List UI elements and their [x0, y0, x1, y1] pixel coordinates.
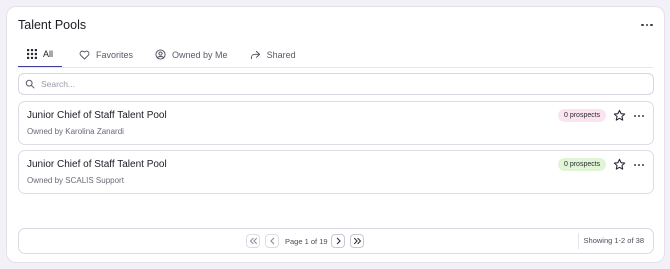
- user-circle-icon: [155, 49, 166, 60]
- tab-all[interactable]: All: [18, 41, 63, 68]
- pool-name: Junior Chief of Staff Talent Pool: [27, 159, 167, 170]
- grid-icon: [27, 48, 37, 59]
- pagination-bar: Page 1 of 19 Showing 1-2 of 38: [18, 228, 654, 254]
- results-count: Showing 1-2 of 38: [577, 233, 649, 249]
- pool-owner: Owned by SCALIS Support: [27, 176, 124, 185]
- star-icon[interactable]: [613, 109, 626, 122]
- tab-favorites-label: Favorites: [96, 49, 134, 60]
- chevron-right-icon: [336, 237, 341, 245]
- page-indicator: Page 1 of 19: [285, 237, 328, 246]
- ellipsis-icon: [633, 114, 637, 118]
- search-input[interactable]: [41, 79, 621, 89]
- star-icon[interactable]: [613, 158, 626, 171]
- tab-owned-by-me-label: Owned by Me: [172, 49, 228, 60]
- talent-pools-panel: Talent Pools All Favorites Owned by Me S…: [6, 6, 665, 263]
- heart-icon: [79, 50, 90, 60]
- last-page-button[interactable]: [350, 234, 364, 248]
- next-page-button[interactable]: [331, 234, 345, 248]
- more-options-button[interactable]: [639, 19, 655, 31]
- share-icon: [250, 50, 260, 59]
- chevrons-right-icon: [353, 237, 361, 245]
- pool-name: Junior Chief of Staff Talent Pool: [27, 110, 167, 121]
- chevron-left-icon: [269, 237, 274, 245]
- list-item[interactable]: Junior Chief of Staff Talent Pool Owned …: [18, 101, 654, 145]
- chevrons-left-icon: [249, 237, 257, 245]
- tab-shared[interactable]: Shared: [241, 41, 305, 68]
- search-icon: [25, 79, 35, 89]
- page-title: Talent Pools: [18, 18, 87, 32]
- tab-divider: [18, 67, 653, 68]
- prev-page-button[interactable]: [265, 234, 279, 248]
- prospects-badge: 0 prospects: [558, 109, 607, 122]
- pool-more-button[interactable]: [633, 113, 645, 119]
- pool-owner: Owned by Karolina Zanardi: [27, 127, 124, 136]
- pool-more-button[interactable]: [633, 162, 645, 168]
- tab-all-label: All: [43, 48, 54, 59]
- list-item[interactable]: Junior Chief of Staff Talent Pool Owned …: [18, 150, 654, 194]
- search-box[interactable]: [18, 73, 654, 95]
- ellipsis-icon: [641, 23, 644, 27]
- ellipsis-icon: [633, 163, 637, 167]
- tab-favorites[interactable]: Favorites: [70, 41, 142, 68]
- tab-shared-label: Shared: [266, 49, 296, 60]
- tab-owned-by-me[interactable]: Owned by Me: [146, 41, 237, 68]
- prospects-badge: 0 prospects: [558, 158, 607, 171]
- tab-bar: All Favorites Owned by Me Shared: [18, 41, 305, 68]
- first-page-button[interactable]: [246, 234, 260, 248]
